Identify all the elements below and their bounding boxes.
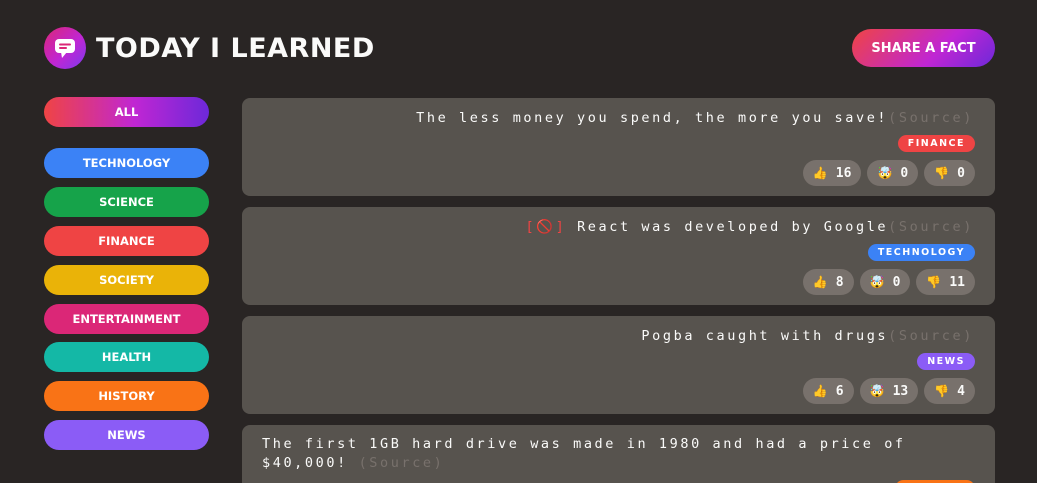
vote-false-button[interactable]: 👎 11 — [916, 269, 975, 295]
source-link[interactable]: (Source) — [888, 328, 974, 344]
vote-count: 16 — [835, 165, 852, 181]
share-fact-button[interactable]: SHARE A FACT — [852, 29, 995, 67]
logo: TODAY I LEARNED — [44, 27, 375, 69]
fact-text: Pogba caught with drugs(Source) — [641, 328, 974, 344]
category-entertainment-button[interactable]: ENTERTAINMENT — [44, 304, 209, 334]
header: TODAY I LEARNED SHARE A FACT — [44, 27, 995, 69]
fact-item: The less money you spend, the more you s… — [242, 98, 995, 196]
fact-item: Pogba caught with drugs(Source) NEWS 👍 6 … — [242, 316, 995, 414]
source-link[interactable]: (Source) — [888, 219, 974, 235]
mind-blown-icon: 🤯 — [869, 275, 885, 289]
thumbs-up-icon: 👍 — [812, 275, 828, 289]
vote-count: 0 — [957, 165, 965, 181]
category-tag: TECHNOLOGY — [867, 244, 975, 261]
category-technology-button[interactable]: TECHNOLOGY — [44, 148, 209, 178]
category-finance-button[interactable]: FINANCE — [44, 226, 209, 256]
vote-interesting-button[interactable]: 👍 16 — [802, 160, 862, 186]
thumbs-down-icon: 👎 — [934, 166, 950, 180]
vote-buttons: 👍 8 🤯 0 👎 11 — [802, 269, 975, 295]
category-science-button[interactable]: SCIENCE — [44, 187, 209, 217]
thumbs-up-icon: 👍 — [812, 384, 828, 398]
vote-interesting-button[interactable]: 👍 8 — [802, 269, 854, 295]
fact-item: [🚫] React was developed by Google(Source… — [242, 207, 995, 305]
vote-count: 4 — [957, 383, 965, 399]
chat-bubble-icon — [44, 27, 86, 69]
fact-body: The less money you spend, the more you s… — [416, 110, 889, 126]
vote-count: 0 — [892, 274, 901, 290]
vote-mindblowing-button[interactable]: 🤯 0 — [859, 269, 911, 295]
fact-item: The first 1GB hard drive was made in 198… — [242, 425, 995, 483]
fact-text: The first 1GB hard drive was made in 198… — [262, 435, 982, 473]
fact-body: React was developed by Google — [577, 219, 889, 235]
vote-count: 0 — [900, 165, 909, 181]
category-history-button[interactable]: HISTORY — [44, 381, 209, 411]
vote-count: 11 — [949, 274, 965, 290]
vote-buttons: 👍 16 🤯 0 👎 0 — [802, 160, 975, 186]
vote-false-button[interactable]: 👎 4 — [924, 378, 975, 404]
fact-text: [🚫] React was developed by Google(Source… — [525, 219, 974, 235]
vote-count: 13 — [892, 383, 909, 399]
category-tag: FINANCE — [897, 135, 975, 152]
category-health-button[interactable]: HEALTH — [44, 342, 209, 372]
vote-false-button[interactable]: 👎 0 — [924, 160, 975, 186]
source-link[interactable]: (Source) — [888, 110, 974, 126]
fact-text: The less money you spend, the more you s… — [416, 110, 974, 126]
vote-buttons: 👍 6 🤯 13 👎 4 — [802, 378, 975, 404]
category-news-button[interactable]: NEWS — [44, 420, 209, 450]
vote-interesting-button[interactable]: 👍 6 — [802, 378, 854, 404]
category-society-button[interactable]: SOCIETY — [44, 265, 209, 295]
thumbs-up-icon: 👍 — [812, 166, 828, 180]
vote-count: 8 — [835, 274, 844, 290]
source-link[interactable]: (Source) — [359, 455, 445, 471]
mind-blown-icon: 🤯 — [877, 166, 893, 180]
category-all-button[interactable]: ALL — [44, 97, 209, 127]
vote-mindblowing-button[interactable]: 🤯 13 — [859, 378, 919, 404]
page-title: TODAY I LEARNED — [96, 32, 375, 64]
mind-blown-icon: 🤯 — [869, 384, 885, 398]
category-tag: NEWS — [917, 353, 975, 370]
thumbs-down-icon: 👎 — [926, 275, 942, 289]
vote-mindblowing-button[interactable]: 🤯 0 — [867, 160, 919, 186]
fact-body: Pogba caught with drugs — [641, 328, 889, 344]
disputed-badge: [🚫] — [525, 219, 567, 235]
thumbs-down-icon: 👎 — [934, 384, 950, 398]
vote-count: 6 — [835, 383, 844, 399]
